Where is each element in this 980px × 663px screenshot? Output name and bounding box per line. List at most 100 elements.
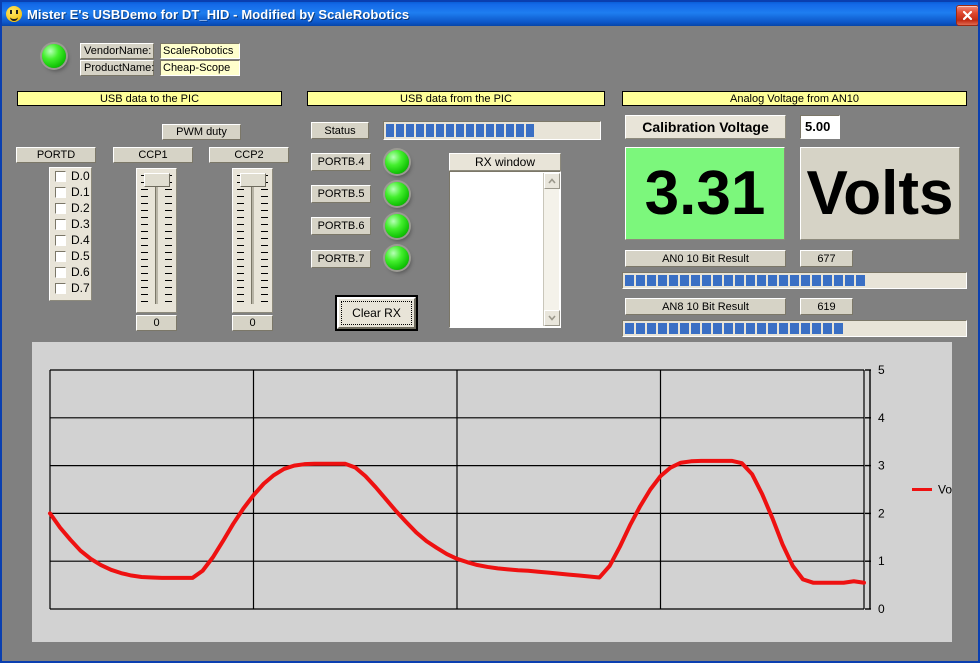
portd-bit-label: D.3 <box>71 217 90 231</box>
an8-segment <box>669 323 678 334</box>
y-axis-tick-label: 1 <box>878 554 885 568</box>
portd-bit-row[interactable]: D.0 <box>50 168 91 184</box>
status-segment <box>526 124 534 137</box>
slider-tick <box>165 189 172 190</box>
an8-segment <box>823 323 832 334</box>
y-axis-tick-label: 0 <box>878 602 885 616</box>
slider-tick <box>237 203 244 204</box>
slider-tick <box>165 231 172 232</box>
slider-tick <box>261 301 268 302</box>
an8-result-value: 619 <box>800 298 853 315</box>
portd-bit-checkbox[interactable] <box>55 219 66 230</box>
rx-window-scrollbar[interactable] <box>543 173 559 326</box>
voltage-value-display: 3.31 <box>625 147 785 240</box>
slider-tick <box>141 273 148 274</box>
rx-panel-header: USB data from the PIC <box>307 91 605 106</box>
rx-window-title: RX window <box>449 153 561 171</box>
voltage-chart: 012345Volts <box>32 342 952 642</box>
ccp1-slider[interactable] <box>136 168 177 313</box>
slider-tick <box>141 217 148 218</box>
slider-tick <box>237 238 244 239</box>
an8-segment <box>636 323 645 334</box>
status-segment <box>486 124 494 137</box>
portd-bit-checkbox[interactable] <box>55 171 66 182</box>
an0-segment <box>834 275 843 286</box>
tx-panel-header: USB data to the PIC <box>17 91 282 106</box>
slider-tick <box>237 245 244 246</box>
slider-tick <box>261 252 268 253</box>
status-segment <box>396 124 404 137</box>
portd-bit-checkbox[interactable] <box>55 267 66 278</box>
pwm-duty-label: PWM duty <box>162 124 241 140</box>
scroll-up-icon[interactable] <box>544 173 560 189</box>
calibration-voltage-input[interactable]: 5.00 <box>800 115 840 139</box>
slider-tick <box>165 196 172 197</box>
an0-segment <box>801 275 810 286</box>
portd-bit-checkbox[interactable] <box>55 235 66 246</box>
slider-tick <box>141 287 148 288</box>
an0-segment <box>669 275 678 286</box>
portd-bit-checkbox[interactable] <box>55 187 66 198</box>
an8-segment <box>680 323 689 334</box>
slider-tick <box>237 280 244 281</box>
portd-bit-row[interactable]: D.1 <box>50 184 91 200</box>
an8-segment <box>691 323 700 334</box>
an0-segment <box>636 275 645 286</box>
slider-tick <box>261 259 268 260</box>
an8-segment <box>746 323 755 334</box>
ccp2-thumb[interactable] <box>240 173 266 187</box>
portd-bit-row[interactable]: D.4 <box>50 232 91 248</box>
an0-segment <box>757 275 766 286</box>
portd-bit-checkbox[interactable] <box>55 203 66 214</box>
slider-tick <box>237 231 244 232</box>
slider-tick <box>261 245 268 246</box>
an8-segment <box>768 323 777 334</box>
status-segment <box>516 124 524 137</box>
ccp1-label: CCP1 <box>113 147 193 163</box>
slider-tick <box>261 189 268 190</box>
an0-segment <box>768 275 777 286</box>
clear-rx-label: Clear RX <box>352 306 401 320</box>
vendor-name-value: ScaleRobotics <box>160 43 240 59</box>
status-label: Status <box>311 122 369 139</box>
scroll-down-icon[interactable] <box>544 310 560 326</box>
portd-bit-row[interactable]: D.6 <box>50 264 91 280</box>
an0-segment <box>856 275 865 286</box>
chevron-up-glyph <box>548 178 556 184</box>
an8-segment <box>834 323 843 334</box>
ccp1-ticks-right <box>165 175 172 308</box>
portd-bit-checkbox[interactable] <box>55 251 66 262</box>
slider-tick <box>261 231 268 232</box>
clear-rx-button[interactable]: Clear RX <box>337 297 416 329</box>
slider-tick <box>165 287 172 288</box>
slider-tick <box>141 231 148 232</box>
ccp1-thumb[interactable] <box>144 173 170 187</box>
slider-tick <box>165 252 172 253</box>
slider-tick <box>141 294 148 295</box>
an0-segment <box>713 275 722 286</box>
slider-tick <box>165 259 172 260</box>
an0-segment <box>746 275 755 286</box>
slider-tick <box>237 224 244 225</box>
ccp2-slider[interactable] <box>232 168 273 313</box>
an0-segment <box>845 275 854 286</box>
portd-bit-row[interactable]: D.7 <box>50 280 91 296</box>
portd-bit-row[interactable]: D.5 <box>50 248 91 264</box>
an8-segment <box>779 323 788 334</box>
an0-segment <box>625 275 634 286</box>
slider-tick <box>165 266 172 267</box>
y-axis-tick-label: 2 <box>878 506 885 520</box>
portd-bit-checkbox[interactable] <box>55 283 66 294</box>
portd-bit-row[interactable]: D.3 <box>50 216 91 232</box>
rx-window-textarea[interactable] <box>449 171 561 328</box>
y-axis-tick-label: 4 <box>878 411 885 425</box>
an8-segment <box>790 323 799 334</box>
portb5-label: PORTB.5 <box>311 185 371 203</box>
ccp2-label: CCP2 <box>209 147 289 163</box>
ccp2-ticks-left <box>237 175 244 308</box>
ccp1-ticks-left <box>141 175 148 308</box>
close-icon[interactable] <box>956 5 979 26</box>
portd-bit-row[interactable]: D.2 <box>50 200 91 216</box>
status-segment <box>436 124 444 137</box>
portd-bit-label: D.2 <box>71 201 90 215</box>
